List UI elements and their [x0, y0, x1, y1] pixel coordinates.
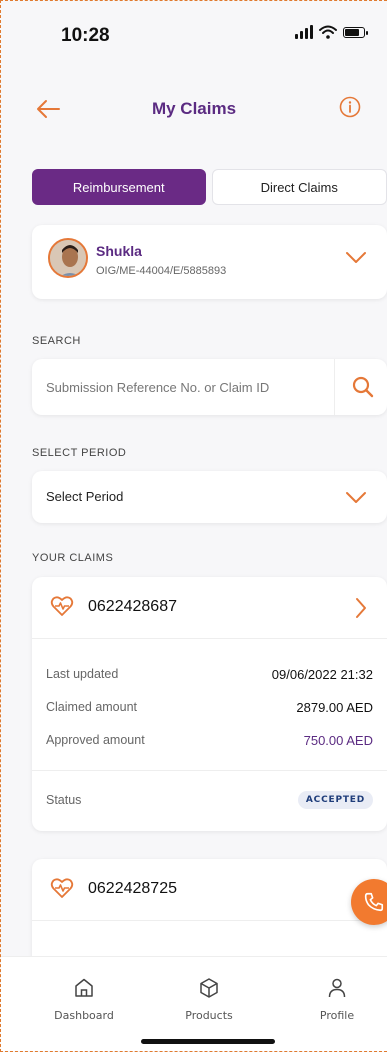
- avatar: [48, 238, 88, 278]
- status-bar: 10:28: [1, 1, 387, 65]
- status-row: Status ACCEPTED: [46, 791, 373, 809]
- claim-card[interactable]: 0622428687 Last updated 09/06/2022 21:32…: [32, 577, 387, 831]
- member-selector[interactable]: Shukla OIG/ME-44004/E/5885893: [32, 225, 387, 299]
- period-value: Select Period: [46, 489, 124, 504]
- nav-label: Dashboard: [54, 1009, 114, 1022]
- signal-icon: [295, 25, 313, 39]
- claim-type-tabs: Reimbursement Direct Claims: [32, 169, 387, 205]
- divider: [334, 359, 335, 415]
- wifi-icon: [319, 25, 337, 39]
- claim-id: 0622428725: [88, 880, 177, 897]
- tab-reimbursement[interactable]: Reimbursement: [32, 169, 206, 205]
- approved-amount-row: Approved amount 750.00 AED: [46, 733, 373, 748]
- approved-amount-value: 750.00 AED: [303, 733, 373, 748]
- header: My Claims: [1, 87, 387, 131]
- phone-icon: [364, 892, 384, 912]
- divider: [32, 770, 387, 771]
- approved-amount-label: Approved amount: [46, 733, 145, 747]
- chevron-right-icon[interactable]: [355, 597, 367, 619]
- member-policy-id: OIG/ME-44004/E/5885893: [96, 265, 227, 277]
- search-input[interactable]: [32, 359, 334, 415]
- heart-pulse-icon: [50, 878, 74, 898]
- period-select[interactable]: Select Period: [32, 471, 387, 523]
- claimed-amount-label: Claimed amount: [46, 700, 138, 714]
- page-title: My Claims: [151, 99, 237, 118]
- search-icon[interactable]: [351, 375, 375, 399]
- status-icons: [295, 25, 368, 39]
- home-indicator: [141, 1039, 275, 1044]
- nav-dashboard[interactable]: Dashboard: [39, 977, 129, 1022]
- home-icon: [75, 978, 93, 997]
- search-bar: [32, 359, 387, 415]
- member-name: Shukla: [96, 243, 142, 259]
- nav-profile[interactable]: Profile: [292, 977, 382, 1022]
- cube-icon: [200, 978, 218, 998]
- period-section-label: SELECT PERIOD: [32, 447, 127, 459]
- claim-header[interactable]: 0622428725: [32, 859, 387, 921]
- nav-products[interactable]: Products: [164, 977, 254, 1022]
- claim-header[interactable]: 0622428687: [32, 577, 387, 639]
- status-badge: ACCEPTED: [297, 791, 373, 809]
- search-section-label: SEARCH: [32, 335, 81, 347]
- last-updated-row: Last updated 09/06/2022 21:32: [46, 667, 373, 682]
- nav-label: Profile: [319, 1009, 355, 1022]
- last-updated-label: Last updated: [46, 667, 119, 681]
- heart-pulse-icon: [50, 596, 74, 616]
- status-label: Status: [46, 793, 82, 807]
- status-time: 10:28: [61, 25, 110, 46]
- claim-id: 0622428687: [88, 598, 177, 615]
- claims-section-label: YOUR CLAIMS: [32, 552, 114, 564]
- person-icon: [328, 978, 346, 998]
- battery-icon: [343, 26, 368, 38]
- claimed-amount-value: 2879.00 AED: [296, 700, 373, 715]
- chevron-down-icon: [346, 492, 366, 503]
- last-updated-value: 09/06/2022 21:32: [271, 667, 373, 682]
- claimed-amount-row: Claimed amount 2879.00 AED: [46, 700, 373, 715]
- chevron-down-icon: [346, 252, 366, 263]
- app-screen: 10:28 My Claims Reimbursement Direct Cla…: [0, 0, 387, 1052]
- nav-label: Products: [185, 1009, 233, 1022]
- tab-direct-claims[interactable]: Direct Claims: [211, 169, 387, 205]
- info-icon[interactable]: [339, 96, 361, 118]
- bottom-nav: Dashboard Products Profile: [1, 956, 387, 1051]
